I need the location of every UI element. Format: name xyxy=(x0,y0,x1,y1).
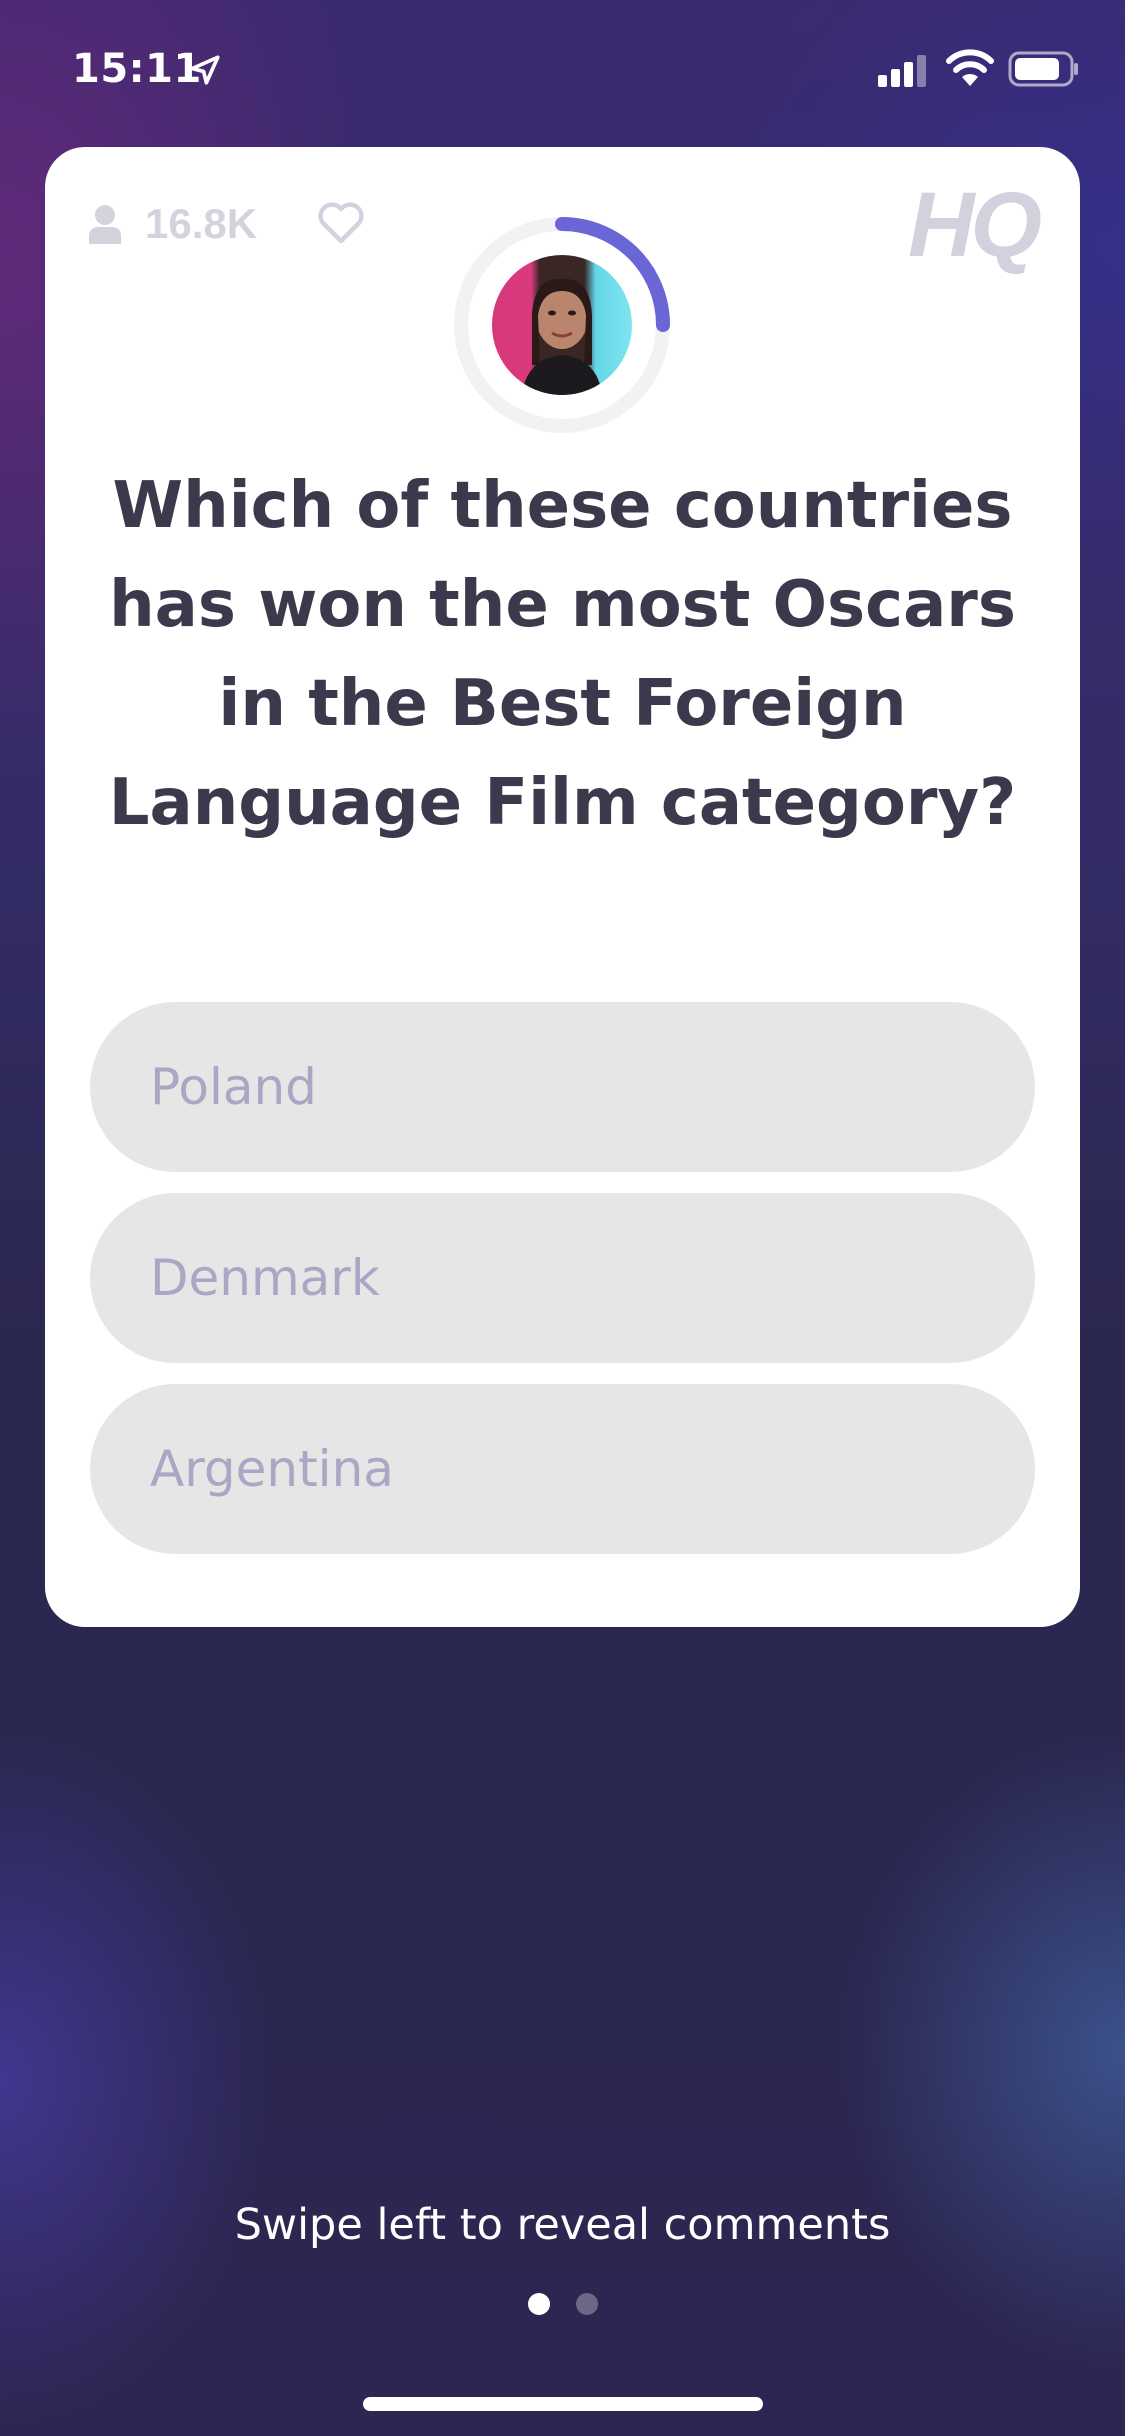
swipe-hint: Swipe left to reveal comments xyxy=(234,2200,891,2250)
person-icon xyxy=(89,205,121,244)
heart-icon[interactable] xyxy=(317,201,365,245)
status-time: 15:11 xyxy=(72,46,202,92)
viewer-count: 16.8K xyxy=(145,200,258,247)
answer-list: Poland Denmark Argentina xyxy=(90,1002,1035,1575)
question-text: Which of these countries has won the mos… xyxy=(108,469,1017,840)
page-dot-2[interactable] xyxy=(575,2293,598,2315)
page-indicator[interactable] xyxy=(0,2293,1125,2315)
battery-icon xyxy=(1008,51,1078,87)
countdown-timer xyxy=(452,215,672,435)
answer-option-denmark[interactable]: Denmark xyxy=(90,1193,1035,1363)
host-avatar xyxy=(492,255,632,395)
cellular-signal-icon xyxy=(878,55,926,87)
question-card: 16.8K HQ Which of these countries has wo… xyxy=(45,147,1080,1627)
answer-option-poland[interactable]: Poland xyxy=(90,1002,1035,1172)
status-bar: 15:11 xyxy=(0,0,1125,140)
home-indicator[interactable] xyxy=(363,2397,763,2411)
page-dot-1[interactable] xyxy=(527,2293,550,2315)
viewer-counter: 16.8K xyxy=(87,199,257,249)
location-arrow-icon xyxy=(190,55,220,85)
wifi-icon xyxy=(946,49,994,86)
hq-logo: HQ xyxy=(908,174,1042,276)
answer-option-argentina[interactable]: Argentina xyxy=(90,1384,1035,1554)
